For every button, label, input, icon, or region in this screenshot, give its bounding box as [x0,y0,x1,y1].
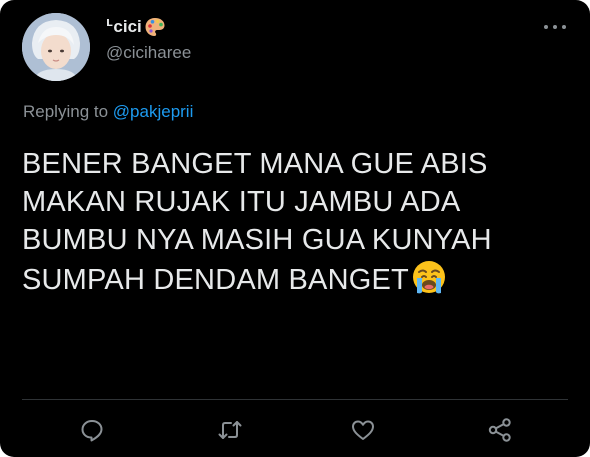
heart-icon [352,420,374,440]
tweet-line-last: SUMPAH DENDAM BANGET [22,259,562,299]
share-button[interactable] [486,416,514,444]
more-options-icon[interactable] [544,22,566,32]
replying-prefix: Replying to [23,102,109,121]
display-name[interactable]: ᒻcici [106,17,142,37]
loudly-crying-face-emoji-icon [412,261,445,294]
user-handle[interactable]: @ciciharee [106,43,191,63]
reply-button[interactable] [78,416,106,444]
display-name-row[interactable]: ᒻcici [106,14,166,40]
reply-icon [81,420,103,442]
avatar-image [22,13,90,81]
replying-to: Replying to @pakjeprii [23,102,193,122]
action-bar [0,416,590,446]
share-icon [488,418,511,442]
avatar[interactable] [22,13,90,81]
tweet-line: MAKAN RUJAK ITU JAMBU ADA [22,186,461,218]
tweet-card: ᒻcici @ciciharee Replying to @pakjeprii … [0,0,590,457]
tweet-line: BUMBU NYA MASIH GUA KUNYAH [22,224,492,256]
replying-to-link[interactable]: @pakjeprii [113,102,194,121]
like-button[interactable] [349,416,377,444]
tweet-line-text: SUMPAH DENDAM BANGET [22,264,409,296]
palette-emoji-icon [145,18,165,36]
tweet-text: BENER BANGET MANA GUE ABIS MAKAN RUJAK I… [22,145,562,299]
tweet-line: BENER BANGET MANA GUE ABIS [22,148,488,180]
retweet-icon [218,421,242,439]
divider [22,399,568,400]
retweet-button[interactable] [216,416,244,444]
